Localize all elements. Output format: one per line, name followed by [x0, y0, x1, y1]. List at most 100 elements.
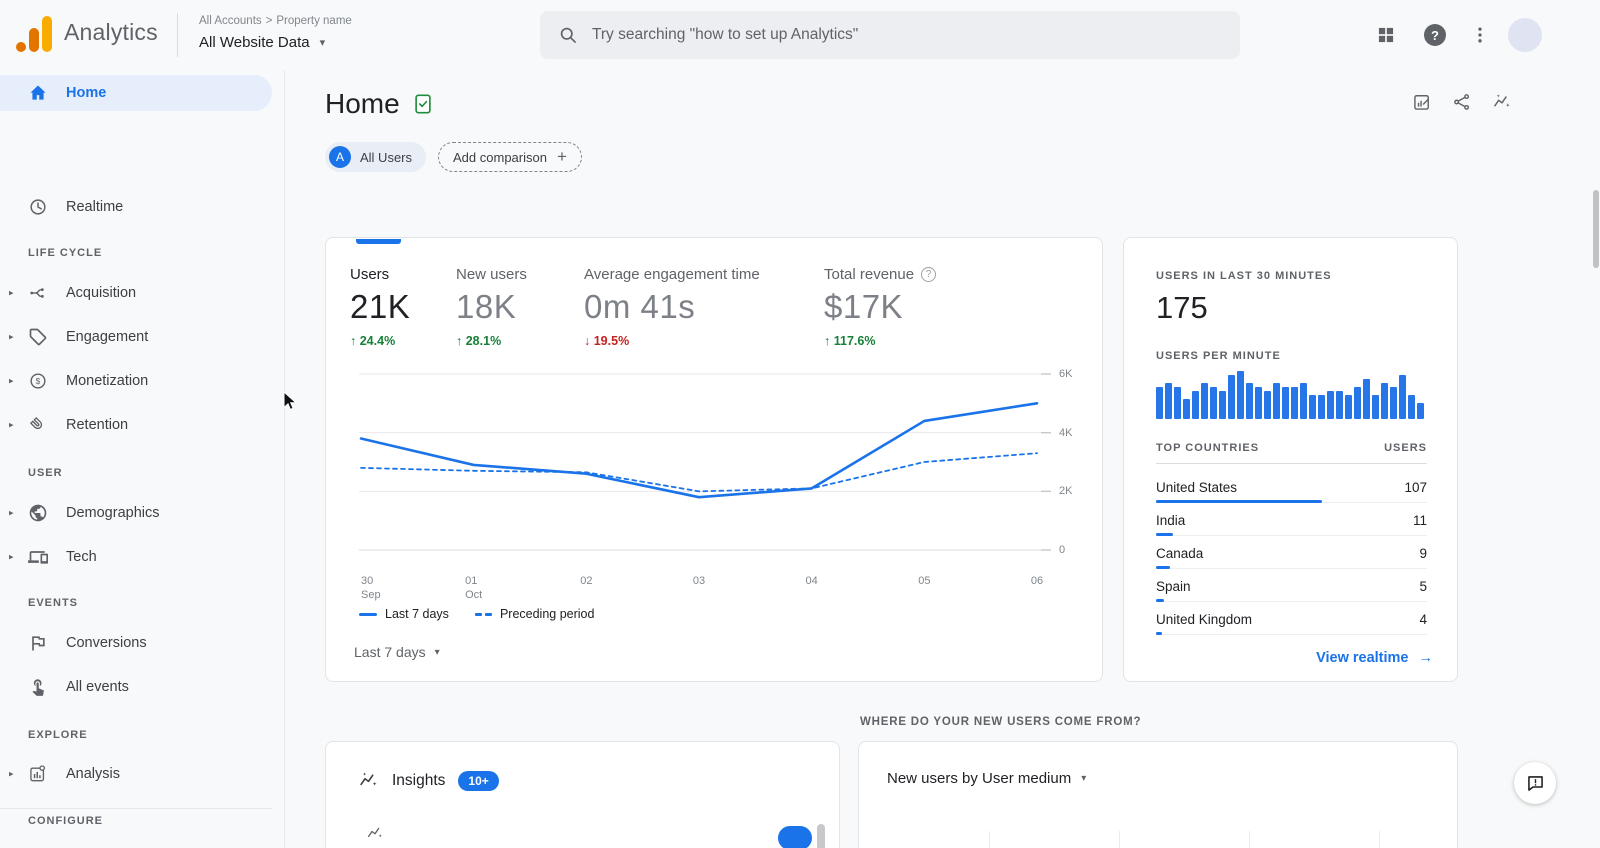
dollar-circle-icon: $	[28, 371, 48, 391]
expander-icon[interactable]: ▸	[9, 376, 14, 387]
per-minute-bar	[1219, 391, 1226, 419]
segment-avatar: A	[329, 146, 351, 168]
y-tick-label: 0	[1059, 544, 1095, 556]
expander-icon[interactable]: ▸	[9, 420, 14, 431]
sidebar-item-all-events[interactable]: All events	[0, 665, 272, 709]
nav-section-life-cycle: LIFE CYCLE	[28, 247, 102, 259]
sidebar-item-demographics[interactable]: ▸ Demographics	[0, 491, 272, 535]
report-actions	[1412, 92, 1512, 112]
realtime-title: USERS IN LAST 30 MINUTES	[1156, 270, 1332, 282]
chart-gridline	[989, 831, 990, 848]
sidebar-item-analysis[interactable]: ▸ Analysis	[0, 752, 272, 796]
sidebar-item-monetization[interactable]: ▸ $ Monetization	[0, 359, 272, 403]
legend-preceding-period: Preceding period	[475, 607, 595, 621]
country-users: 4	[1419, 612, 1427, 627]
breadcrumb[interactable]: All Accounts>Property name	[199, 15, 356, 27]
country-bar-track	[1156, 533, 1427, 536]
country-bar-track	[1156, 599, 1427, 602]
breadcrumb-accounts[interactable]: All Accounts	[199, 15, 262, 27]
table-row: India11	[1156, 507, 1427, 540]
per-minute-bar	[1345, 395, 1352, 419]
help-icon[interactable]: ?	[921, 267, 936, 282]
per-minute-bar	[1210, 387, 1217, 419]
search-input[interactable]	[592, 26, 1222, 44]
chevron-down-icon: ▾	[320, 36, 326, 49]
per-minute-bar	[1372, 395, 1379, 419]
sidebar-item-acquisition[interactable]: ▸ Acquisition	[0, 271, 272, 315]
insights-scrollbar[interactable]	[817, 824, 825, 848]
metric-avg-engagement-time[interactable]: Average engagement time 0m 41s ↓ 19.5%	[584, 266, 824, 348]
more-vert-icon[interactable]	[1470, 25, 1490, 45]
insights-title: Insights	[392, 772, 445, 790]
per-minute-bar	[1363, 379, 1370, 419]
per-minute-bar	[1264, 391, 1271, 419]
per-minute-bar	[1255, 387, 1262, 419]
metric-delta: ↑ 117.6%	[824, 334, 936, 348]
help-icon[interactable]: ?	[1424, 24, 1446, 46]
apps-grid-icon[interactable]	[1376, 25, 1396, 45]
page-scrollbar[interactable]	[1593, 190, 1599, 268]
insight-spark-icon	[366, 824, 384, 842]
insights-icon	[358, 770, 379, 791]
search-bar[interactable]	[540, 11, 1240, 59]
table-row: Canada9	[1156, 540, 1427, 573]
brand-name: Analytics	[64, 19, 158, 46]
trend-chart-plot	[359, 364, 1051, 569]
home-icon	[28, 83, 48, 103]
property-selector[interactable]: All Website Data ▾	[199, 34, 325, 51]
realtime-card: USERS IN LAST 30 MINUTES 175 USERS PER M…	[1123, 237, 1458, 682]
expander-icon[interactable]: ▸	[9, 288, 14, 299]
sidebar-item-retention[interactable]: ▸ Retention	[0, 403, 272, 447]
plus-icon: +	[557, 147, 567, 167]
countries-table-header: TOP COUNTRIES USERS	[1156, 442, 1427, 464]
sidebar-item-conversions[interactable]: Conversions	[0, 621, 272, 665]
country-bar	[1156, 599, 1164, 602]
customize-report-icon[interactable]	[1412, 92, 1432, 112]
metric-total-revenue[interactable]: Total revenue? $17K ↑ 117.6%	[824, 266, 936, 348]
nav-section-configure: CONFIGURE	[28, 815, 103, 827]
x-tick-label: 04	[806, 574, 818, 588]
sidebar-item-realtime[interactable]: Realtime	[0, 189, 272, 225]
user-avatar[interactable]	[1508, 18, 1542, 52]
header-divider	[177, 13, 178, 57]
country-bar-track	[1156, 632, 1427, 635]
sidebar-item-tech[interactable]: ▸ Tech	[0, 535, 272, 579]
sidebar-item-engagement[interactable]: ▸ Engagement	[0, 315, 272, 359]
breadcrumb-property[interactable]: Property name	[276, 15, 351, 27]
country-bar	[1156, 566, 1170, 569]
new-users-medium-selector[interactable]: New users by User medium ▾	[887, 770, 1086, 787]
search-icon	[558, 25, 578, 45]
analytics-logo-icon[interactable]	[16, 16, 56, 54]
country-users: 9	[1419, 546, 1427, 561]
all-users-chip[interactable]: A All Users	[325, 142, 426, 172]
chevron-down-icon: ▾	[435, 647, 440, 658]
share-icon[interactable]	[1452, 92, 1472, 112]
sidebar-item-admin[interactable]: Admin	[0, 837, 272, 848]
view-realtime-link[interactable]: View realtime →	[1316, 650, 1433, 666]
sidebar-item-home[interactable]: Home	[0, 75, 272, 111]
insights-icon[interactable]	[1492, 92, 1512, 112]
metric-label: Total revenue	[824, 266, 914, 283]
per-minute-bar	[1192, 391, 1199, 419]
clock-icon	[28, 197, 48, 217]
chevron-down-icon: ▾	[1081, 773, 1086, 784]
x-tick-label: 05	[918, 574, 930, 588]
date-range-selector[interactable]: Last 7 days ▾	[354, 644, 440, 660]
expander-icon[interactable]: ▸	[9, 508, 14, 519]
feedback-button[interactable]	[1514, 762, 1556, 804]
carousel-scroll-indicator[interactable]	[356, 239, 401, 244]
insights-count-badge[interactable]: 10+	[458, 771, 498, 791]
users-trend-chart: 6K4K2K0 30Sep01Oct0203040506	[359, 364, 1099, 534]
metric-users[interactable]: Users 21K ↑ 24.4%	[350, 266, 456, 348]
expander-icon[interactable]: ▸	[9, 769, 14, 780]
expander-icon[interactable]: ▸	[9, 552, 14, 563]
per-minute-bar	[1156, 387, 1163, 419]
add-comparison-button[interactable]: Add comparison +	[438, 142, 582, 172]
table-row: Spain5	[1156, 573, 1427, 606]
comparison-chips: A All Users Add comparison +	[325, 142, 582, 172]
magnet-icon	[28, 415, 48, 435]
touch-icon	[28, 677, 48, 697]
expander-icon[interactable]: ▸	[9, 332, 14, 343]
metric-new-users[interactable]: New users 18K ↑ 28.1%	[456, 266, 584, 348]
devices-icon	[28, 547, 48, 567]
